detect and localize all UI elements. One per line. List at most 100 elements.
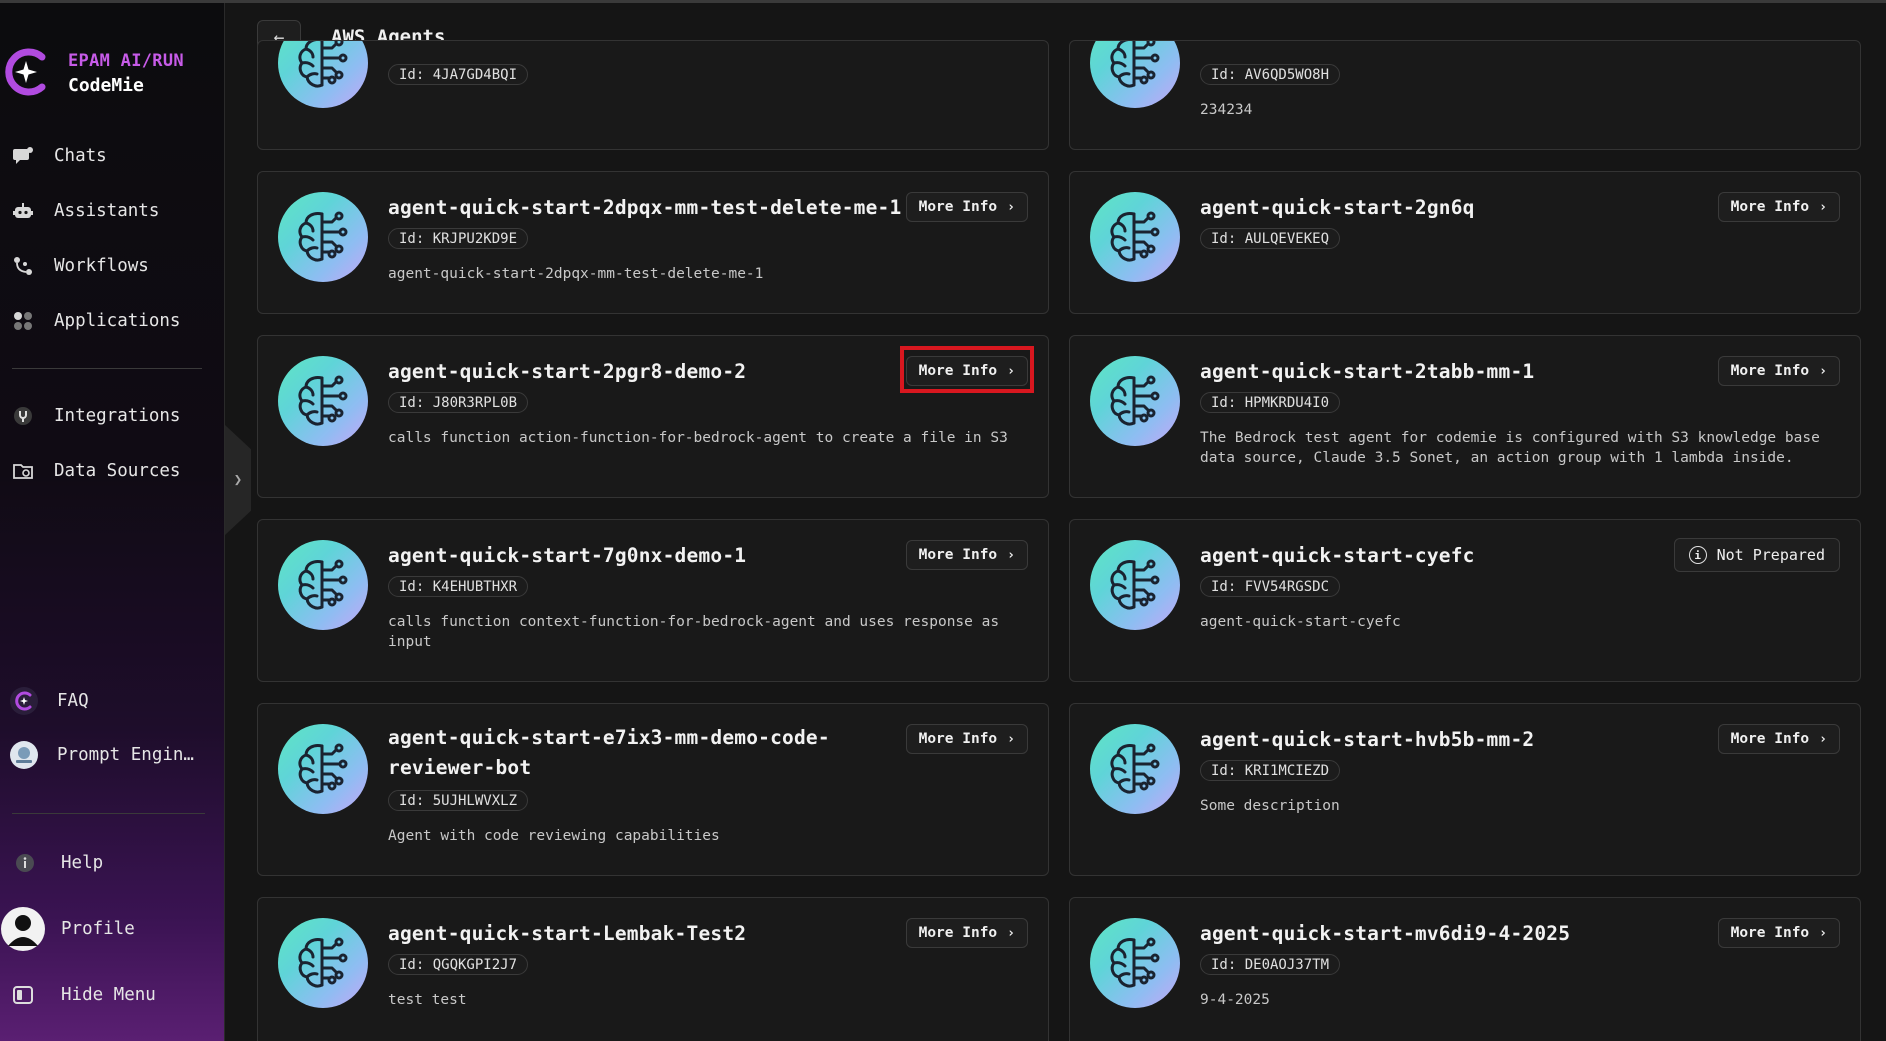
agent-description: 234234	[1200, 102, 1253, 118]
brand-company: EPAM AI/RUN	[68, 50, 184, 71]
agent-description: test test	[388, 992, 467, 1008]
status-label: Not Prepared	[1716, 546, 1825, 564]
sidebar-item-chats[interactable]: Chats	[12, 141, 107, 171]
more-info-label: More Info	[1730, 363, 1810, 379]
agent-card[interactable]: agent-quick-start-2tabb-mm-1 Id: HPMKRDU…	[1069, 335, 1861, 498]
more-info-label: More Info	[1730, 731, 1810, 747]
prompt-engineering-icon	[9, 740, 39, 770]
agent-brain-icon	[278, 540, 368, 630]
chevron-right-icon: ›	[1819, 925, 1827, 941]
sidebar: EPAM AI/RUN CodeMie Chats Assistants Wor…	[0, 3, 225, 1041]
sidebar-item-applications[interactable]: Applications	[12, 306, 180, 336]
sidebar-item-label: Integrations	[54, 406, 181, 426]
more-info-button[interactable]: More Info ›	[905, 540, 1028, 570]
apps-icon	[12, 310, 34, 332]
brand[interactable]: EPAM AI/RUN CodeMie	[4, 47, 184, 97]
agent-card[interactable]: agent-quick-start-cyefc Id: FVV54RGSDC a…	[1069, 519, 1861, 682]
more-info-button[interactable]: More Info ›	[905, 356, 1028, 386]
agent-name: agent-quick-start-2dpqx-mm-test-delete-m…	[388, 196, 902, 219]
agent-card[interactable]: agent-quick-start-e7ix3-mm-demo-code-rev…	[257, 703, 1049, 876]
not-prepared-status[interactable]: i Not Prepared	[1673, 538, 1840, 572]
more-info-button[interactable]: More Info ›	[905, 192, 1028, 222]
sidebar-item-prompt-engineering[interactable]: Prompt Engin…	[9, 740, 194, 770]
agent-card[interactable]: agent-quick-start-mv6di9-4-2025 Id: DE0A…	[1069, 897, 1861, 1041]
sidebar-item-label: Assistants	[54, 201, 160, 221]
agent-description: Agent with code reviewing capabilities	[388, 828, 720, 844]
chevron-right-icon: ❯	[233, 472, 243, 488]
info-icon: i	[1688, 546, 1707, 564]
sidebar-item-help[interactable]: Help	[14, 848, 103, 878]
more-info-button[interactable]: More Info ›	[905, 724, 1028, 754]
chevron-right-icon: ›	[1819, 731, 1827, 747]
agent-id-badge: Id: AULQEVEKEQ	[1200, 228, 1341, 249]
agent-card[interactable]: agent-quick-start-hvb5b-mm-2 Id: KRI1MCI…	[1069, 703, 1861, 876]
more-info-label: More Info	[918, 925, 998, 941]
data-sources-icon	[12, 460, 34, 482]
profile-avatar	[0, 906, 46, 952]
more-info-button[interactable]: More Info ›	[1717, 724, 1840, 754]
agent-card[interactable]: Id: AV6QD5WO8H 234234	[1069, 40, 1861, 150]
agent-name: agent-quick-start-Lembak-Test2	[388, 922, 747, 945]
hide-menu-icon	[12, 984, 34, 1006]
agent-brain-icon	[1090, 356, 1180, 446]
workflow-icon	[12, 255, 34, 277]
sidebar-item-integrations[interactable]: Integrations	[12, 401, 180, 431]
sidebar-collapse-handle[interactable]: ❯	[225, 425, 251, 535]
agent-id-badge: Id: KRI1MCIEZD	[1200, 760, 1341, 781]
integrations-icon	[12, 405, 34, 427]
agent-card[interactable]: agent-quick-start-Lembak-Test2 Id: QGQKG…	[257, 897, 1049, 1041]
agent-id-badge: Id: KRJPU2KD9E	[388, 228, 529, 249]
agent-description: Some description	[1200, 798, 1340, 814]
agent-name: agent-quick-start-2pgr8-demo-2	[388, 360, 747, 383]
more-info-button[interactable]: More Info ›	[1717, 192, 1840, 222]
agent-id-badge: Id: 4JA7GD4BQI	[388, 64, 529, 85]
agent-name: agent-quick-start-cyefc	[1200, 544, 1475, 567]
chevron-right-icon: ›	[1007, 731, 1015, 747]
sidebar-item-workflows[interactable]: Workflows	[12, 251, 149, 281]
agent-brain-icon	[1090, 724, 1180, 814]
robot-icon	[12, 200, 34, 222]
sidebar-item-label: Data Sources	[54, 461, 181, 481]
sidebar-item-label: Prompt Engin…	[57, 745, 194, 765]
more-info-label: More Info	[918, 547, 998, 563]
agent-card[interactable]: agent-quick-start-2gn6q Id: AULQEVEKEQ M…	[1069, 171, 1861, 314]
window-top-border	[0, 0, 1886, 3]
sidebar-item-data-sources[interactable]: Data Sources	[12, 456, 180, 486]
agent-id-badge: Id: AV6QD5WO8H	[1200, 64, 1341, 85]
more-info-button[interactable]: More Info ›	[1717, 356, 1840, 386]
agent-name: agent-quick-start-2gn6q	[1200, 196, 1475, 219]
more-info-button[interactable]: More Info ›	[1717, 918, 1840, 948]
agent-card[interactable]: agent-quick-start-7g0nx-demo-1 Id: K4EHU…	[257, 519, 1049, 682]
help-icon	[14, 852, 36, 874]
sidebar-item-label: Chats	[54, 146, 107, 166]
agent-brain-icon	[278, 918, 368, 1008]
agent-id-badge: Id: HPMKRDU4I0	[1200, 392, 1341, 413]
sidebar-item-profile[interactable]: Profile	[0, 907, 135, 951]
agent-name: agent-quick-start-7g0nx-demo-1	[388, 544, 747, 567]
agent-card[interactable]: agent-quick-start-2dpqx-mm-test-delete-m…	[257, 171, 1049, 314]
sidebar-item-label: Workflows	[54, 256, 149, 276]
agent-brain-icon	[278, 724, 368, 814]
sidebar-item-hide-menu[interactable]: Hide Menu	[12, 980, 156, 1010]
brand-product: CodeMie	[68, 74, 144, 96]
agent-id-badge: Id: QGQKGPI2J7	[388, 954, 529, 975]
agent-description: agent-quick-start-cyefc	[1200, 614, 1401, 630]
agent-brain-icon	[1090, 918, 1180, 1008]
agent-card[interactable]: Id: 4JA7GD4BQI	[257, 40, 1049, 150]
sidebar-item-faq[interactable]: FAQ	[9, 686, 89, 716]
agent-brain-icon	[1090, 41, 1180, 108]
chevron-right-icon: ›	[1819, 199, 1827, 215]
sidebar-divider	[12, 368, 202, 369]
chevron-right-icon: ›	[1007, 363, 1015, 379]
more-info-button[interactable]: More Info ›	[905, 918, 1028, 948]
agent-card[interactable]: agent-quick-start-2pgr8-demo-2 Id: J80R3…	[257, 335, 1049, 498]
chat-icon	[12, 145, 34, 167]
chevron-right-icon: ›	[1007, 925, 1015, 941]
more-info-label: More Info	[918, 363, 998, 379]
sidebar-item-label: Hide Menu	[61, 985, 156, 1005]
more-info-label: More Info	[918, 731, 998, 747]
more-info-label: More Info	[918, 199, 998, 215]
agent-id-badge: Id: J80R3RPL0B	[388, 392, 529, 413]
sidebar-item-assistants[interactable]: Assistants	[12, 196, 159, 226]
agent-description: The Bedrock test agent for codemie is co…	[1200, 430, 1820, 466]
